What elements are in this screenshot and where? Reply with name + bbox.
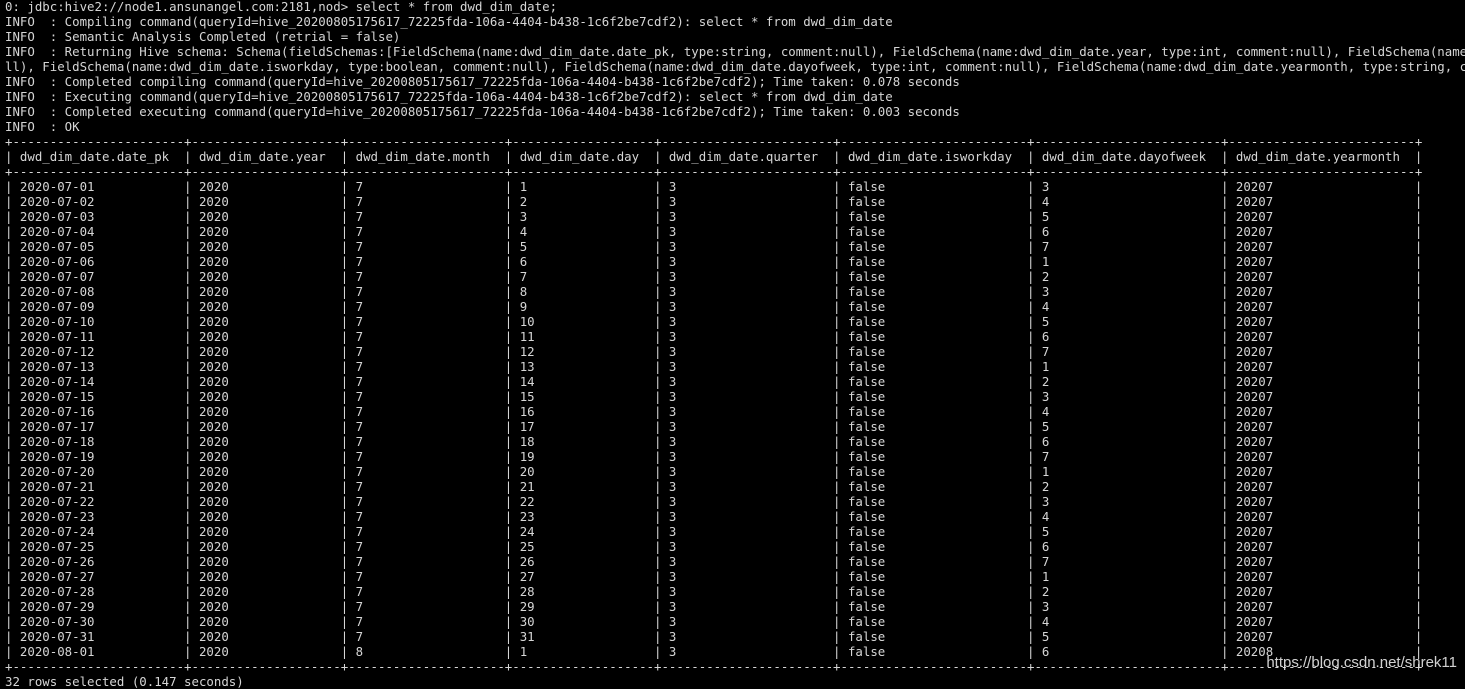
table-row: | 2020-07-30 | 2020 | 7 | 30 | 3 | false… [5, 614, 1423, 629]
table-row: | 2020-08-01 | 2020 | 8 | 1 | 3 | false … [5, 644, 1423, 659]
table-row: | 2020-07-15 | 2020 | 7 | 15 | 3 | false… [5, 389, 1423, 404]
table-row: | 2020-07-21 | 2020 | 7 | 21 | 3 | false… [5, 479, 1423, 494]
table-separator: +-----------------------+---------------… [5, 134, 1423, 149]
table-row: | 2020-07-06 | 2020 | 7 | 6 | 3 | false … [5, 254, 1423, 269]
table-row: | 2020-07-07 | 2020 | 7 | 7 | 3 | false … [5, 269, 1423, 284]
watermark: https://blog.csdn.net/shrek11 [1266, 654, 1457, 671]
table-header-row: | dwd_dim_date.date_pk | dwd_dim_date.ye… [5, 149, 1423, 164]
table-separator: +-----------------------+---------------… [5, 164, 1423, 179]
log-line: INFO : Semantic Analysis Completed (retr… [5, 29, 401, 44]
table-row: | 2020-07-09 | 2020 | 7 | 9 | 3 | false … [5, 299, 1423, 314]
log-line: INFO : Compiling command(queryId=hive_20… [5, 14, 893, 29]
log-line: INFO : OK [5, 119, 80, 134]
table-row: | 2020-07-02 | 2020 | 7 | 2 | 3 | false … [5, 194, 1423, 209]
table-row: | 2020-07-04 | 2020 | 7 | 4 | 3 | false … [5, 224, 1423, 239]
table-row: | 2020-07-20 | 2020 | 7 | 20 | 3 | false… [5, 464, 1423, 479]
rows-selected-footer: 32 rows selected (0.147 seconds) [5, 674, 244, 689]
table-row: | 2020-07-16 | 2020 | 7 | 16 | 3 | false… [5, 404, 1423, 419]
table-row: | 2020-07-19 | 2020 | 7 | 19 | 3 | false… [5, 449, 1423, 464]
table-row: | 2020-07-27 | 2020 | 7 | 27 | 3 | false… [5, 569, 1423, 584]
table-row: | 2020-07-24 | 2020 | 7 | 24 | 3 | false… [5, 524, 1423, 539]
table-row: | 2020-07-17 | 2020 | 7 | 17 | 3 | false… [5, 419, 1423, 434]
log-line: INFO : Completed compiling command(query… [5, 74, 960, 89]
table-row: | 2020-07-10 | 2020 | 7 | 10 | 3 | false… [5, 314, 1423, 329]
table-row: | 2020-07-22 | 2020 | 7 | 22 | 3 | false… [5, 494, 1423, 509]
table-row: | 2020-07-31 | 2020 | 7 | 31 | 3 | false… [5, 629, 1423, 644]
table-row: | 2020-07-08 | 2020 | 7 | 8 | 3 | false … [5, 284, 1423, 299]
table-separator: +-----------------------+---------------… [5, 659, 1423, 674]
table-row: | 2020-07-03 | 2020 | 7 | 3 | 3 | false … [5, 209, 1423, 224]
table-row: | 2020-07-26 | 2020 | 7 | 26 | 3 | false… [5, 554, 1423, 569]
log-line: INFO : Completed executing command(query… [5, 104, 960, 119]
result-table: +-----------------------+---------------… [5, 134, 1465, 689]
log-line: ll), FieldSchema(name:dwd_dim_date.iswor… [5, 59, 1465, 74]
log-output: INFO : Compiling command(queryId=hive_20… [5, 14, 1465, 134]
table-row: | 2020-07-01 | 2020 | 7 | 1 | 3 | false … [5, 179, 1423, 194]
table-row: | 2020-07-13 | 2020 | 7 | 13 | 3 | false… [5, 359, 1423, 374]
table-row: | 2020-07-14 | 2020 | 7 | 14 | 3 | false… [5, 374, 1423, 389]
log-line: INFO : Returning Hive schema: Schema(fie… [5, 44, 1465, 59]
table-row: | 2020-07-25 | 2020 | 7 | 25 | 3 | false… [5, 539, 1423, 554]
command-prompt-line: 0: jdbc:hive2://node1.ansunangel.com:218… [5, 0, 558, 14]
table-row: | 2020-07-11 | 2020 | 7 | 11 | 3 | false… [5, 329, 1423, 344]
table-row: | 2020-07-05 | 2020 | 7 | 5 | 3 | false … [5, 239, 1423, 254]
table-row: | 2020-07-29 | 2020 | 7 | 29 | 3 | false… [5, 599, 1423, 614]
table-row: | 2020-07-28 | 2020 | 7 | 28 | 3 | false… [5, 584, 1423, 599]
table-row: | 2020-07-23 | 2020 | 7 | 23 | 3 | false… [5, 509, 1423, 524]
table-row: | 2020-07-12 | 2020 | 7 | 12 | 3 | false… [5, 344, 1423, 359]
table-row: | 2020-07-18 | 2020 | 7 | 18 | 3 | false… [5, 434, 1423, 449]
terminal-output[interactable]: 0: jdbc:hive2://node1.ansunangel.com:218… [5, 0, 1465, 689]
log-line: INFO : Executing command(queryId=hive_20… [5, 89, 893, 104]
